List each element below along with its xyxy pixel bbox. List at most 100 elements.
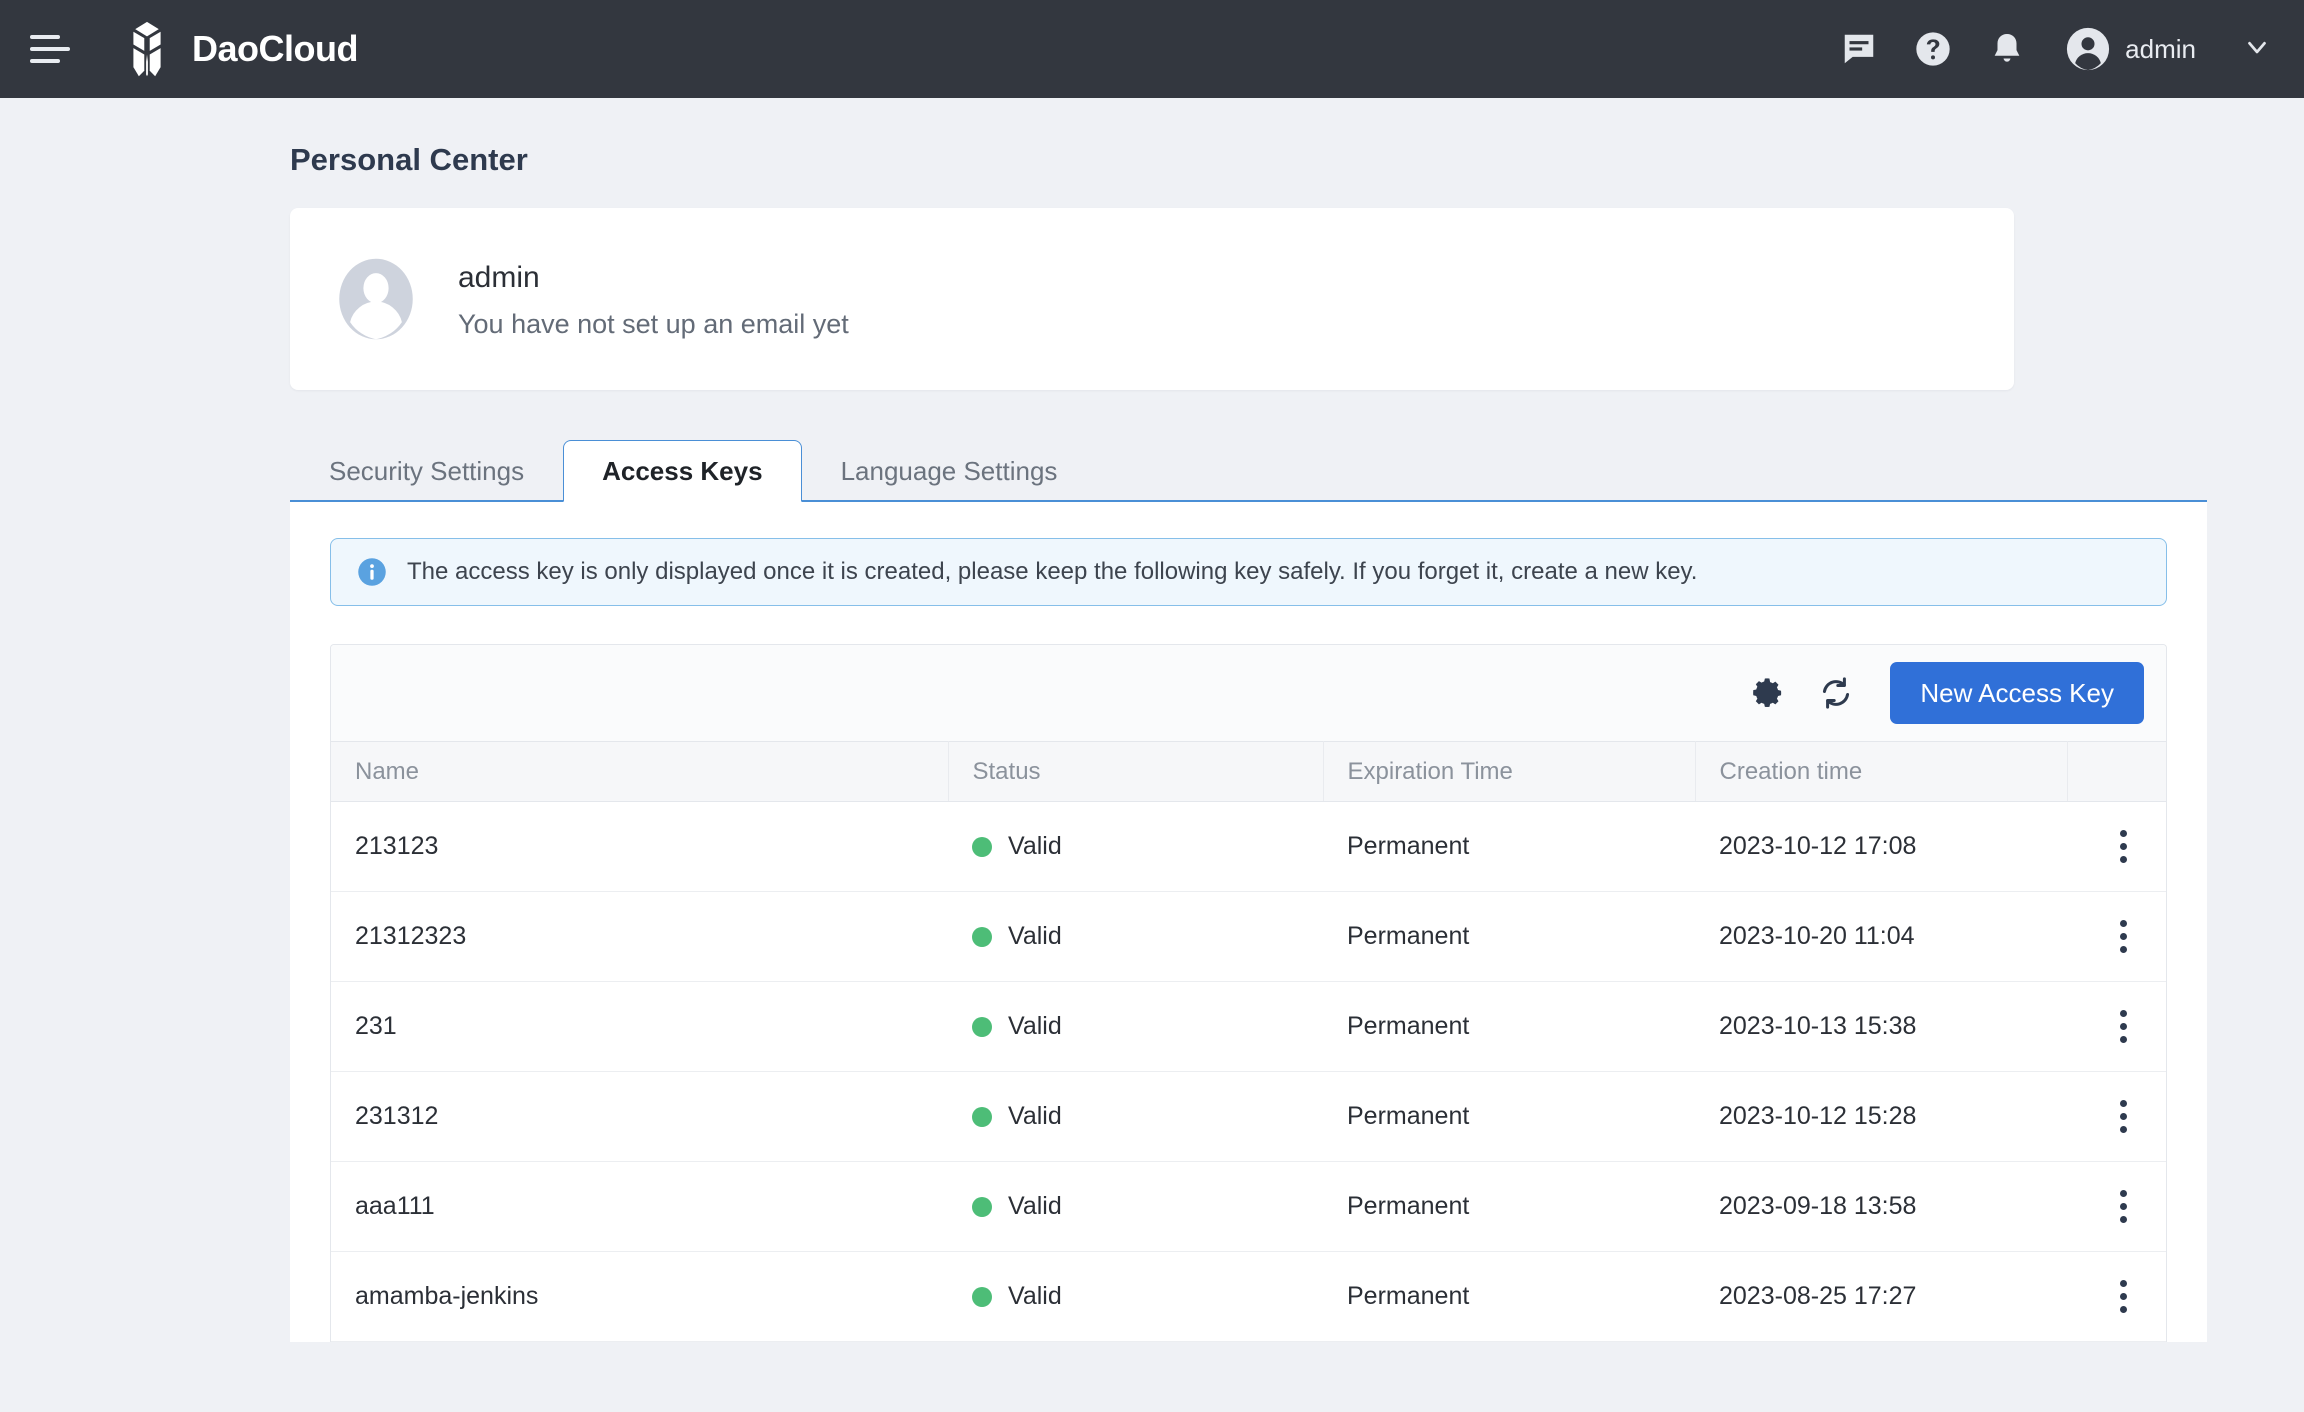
status-dot-icon (972, 837, 992, 857)
access-keys-table-card: New Access Key Name Status Expiration Ti… (330, 644, 2167, 1342)
status-label: Valid (1008, 1102, 1062, 1131)
cell-creation: 2023-10-13 15:38 (1695, 982, 2067, 1072)
chevron-down-icon[interactable] (2242, 32, 2272, 67)
cell-name: 21312323 (331, 892, 948, 982)
status-label: Valid (1008, 832, 1062, 861)
profile-text-group: admin You have not set up an email yet (458, 258, 849, 340)
notification-bell-icon[interactable] (1985, 27, 2029, 71)
table-row[interactable]: amamba-jenkins Valid Permanent 2023-08-2… (331, 1252, 2167, 1342)
cell-status: Valid (948, 892, 1323, 982)
column-header-name[interactable]: Name (331, 742, 948, 802)
cell-expiration: Permanent (1323, 1162, 1695, 1252)
cell-name: 231 (331, 982, 948, 1072)
new-access-key-button[interactable]: New Access Key (1890, 662, 2144, 724)
cell-expiration: Permanent (1323, 982, 1695, 1072)
chat-icon[interactable] (1837, 27, 1881, 71)
info-alert-text: The access key is only displayed once it… (407, 558, 1697, 586)
table-row[interactable]: 213123 Valid Permanent 2023-10-12 17:08 (331, 802, 2167, 892)
help-icon[interactable] (1911, 27, 1955, 71)
cell-name: aaa111 (331, 1162, 948, 1252)
gear-icon[interactable] (1748, 673, 1788, 713)
tab-language-settings[interactable]: Language Settings (802, 440, 1097, 502)
table-row[interactable]: 231 Valid Permanent 2023-10-13 15:38 (331, 982, 2167, 1072)
cell-expiration: Permanent (1323, 802, 1695, 892)
cell-status: Valid (948, 1072, 1323, 1162)
column-header-status[interactable]: Status (948, 742, 1323, 802)
page-title: Personal Center (290, 142, 2304, 178)
user-name-label: admin (2125, 34, 2196, 65)
cell-creation: 2023-10-12 15:28 (1695, 1072, 2067, 1162)
cell-status: Valid (948, 802, 1323, 892)
profile-avatar (334, 257, 418, 341)
hamburger-line (30, 47, 70, 51)
table-row[interactable]: aaa111 Valid Permanent 2023-09-18 13:58 (331, 1162, 2167, 1252)
profile-username: admin (458, 258, 849, 299)
cell-creation: 2023-10-20 11:04 (1695, 892, 2067, 982)
status-dot-icon (972, 927, 992, 947)
tab-label: Language Settings (841, 456, 1058, 487)
cell-actions (2067, 982, 2167, 1072)
status-label: Valid (1008, 1192, 1062, 1221)
hamburger-menu-icon[interactable] (22, 21, 78, 77)
cell-creation: 2023-08-25 17:27 (1695, 1252, 2067, 1342)
column-header-actions (2067, 742, 2167, 802)
profile-email-status: You have not set up an email yet (458, 309, 849, 340)
tab-access-keys[interactable]: Access Keys (563, 440, 801, 502)
page-content: Personal Center admin You have not set u… (0, 142, 2304, 1342)
row-more-actions-icon[interactable] (2103, 1010, 2143, 1043)
table-toolbar: New Access Key (331, 645, 2166, 741)
status-label: Valid (1008, 1282, 1062, 1311)
row-more-actions-icon[interactable] (2103, 1280, 2143, 1313)
tabs-container: Security Settings Access Keys Language S… (290, 434, 2304, 502)
status-dot-icon (972, 1017, 992, 1037)
row-more-actions-icon[interactable] (2103, 1100, 2143, 1133)
status-label: Valid (1008, 922, 1062, 951)
status-dot-icon (972, 1107, 992, 1127)
cell-actions (2067, 892, 2167, 982)
avatar-icon (2065, 26, 2111, 72)
access-keys-panel: The access key is only displayed once it… (290, 502, 2207, 1342)
access-keys-table: Name Status Expiration Time Creation tim… (331, 741, 2167, 1342)
refresh-icon[interactable] (1816, 673, 1856, 713)
cell-actions (2067, 802, 2167, 892)
info-icon (357, 557, 387, 587)
hamburger-line (30, 59, 60, 63)
table-head: Name Status Expiration Time Creation tim… (331, 742, 2167, 802)
tab-security-settings[interactable]: Security Settings (290, 440, 563, 502)
row-more-actions-icon[interactable] (2103, 1190, 2143, 1223)
cell-creation: 2023-10-12 17:08 (1695, 802, 2067, 892)
tab-label: Access Keys (602, 456, 762, 487)
cell-actions (2067, 1072, 2167, 1162)
topbar-actions: admin (1837, 26, 2278, 72)
tab-label: Security Settings (329, 456, 524, 487)
table-body: 213123 Valid Permanent 2023-10-12 17:08 (331, 802, 2167, 1342)
cell-expiration: Permanent (1323, 1252, 1695, 1342)
top-navigation-bar: DaoCloud (0, 0, 2304, 98)
cell-actions (2067, 1162, 2167, 1252)
table-row[interactable]: 21312323 Valid Permanent 2023-10-20 11:0… (331, 892, 2167, 982)
status-dot-icon (972, 1287, 992, 1307)
cell-status: Valid (948, 982, 1323, 1072)
row-more-actions-icon[interactable] (2103, 920, 2143, 953)
column-header-creation[interactable]: Creation time (1695, 742, 2067, 802)
cell-name: 231312 (331, 1072, 948, 1162)
cell-expiration: Permanent (1323, 1072, 1695, 1162)
status-dot-icon (972, 1197, 992, 1217)
profile-card: admin You have not set up an email yet (290, 208, 2014, 390)
hamburger-line (30, 35, 60, 39)
user-menu[interactable]: admin (2065, 26, 2196, 72)
column-header-expiration[interactable]: Expiration Time (1323, 742, 1695, 802)
cell-expiration: Permanent (1323, 892, 1695, 982)
table-header-row: Name Status Expiration Time Creation tim… (331, 742, 2167, 802)
cell-actions (2067, 1252, 2167, 1342)
tab-list: Security Settings Access Keys Language S… (290, 434, 2304, 502)
row-more-actions-icon[interactable] (2103, 830, 2143, 863)
cell-status: Valid (948, 1252, 1323, 1342)
cell-name: amamba-jenkins (331, 1252, 948, 1342)
info-alert-banner: The access key is only displayed once it… (330, 538, 2167, 606)
cell-name: 213123 (331, 802, 948, 892)
daocloud-cube-icon (118, 20, 176, 78)
brand-logo-group[interactable]: DaoCloud (118, 20, 358, 78)
table-row[interactable]: 231312 Valid Permanent 2023-10-12 15:28 (331, 1072, 2167, 1162)
cell-creation: 2023-09-18 13:58 (1695, 1162, 2067, 1252)
